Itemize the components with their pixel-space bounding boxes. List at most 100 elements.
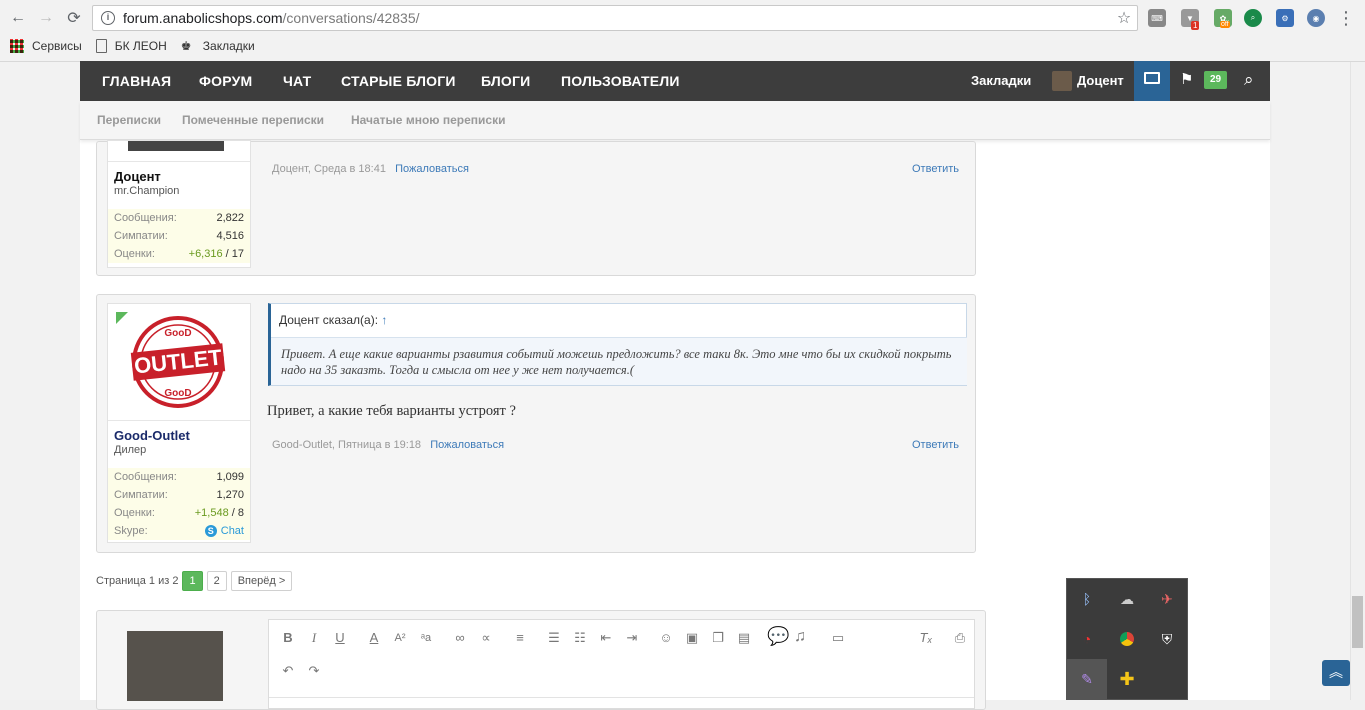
- bold-icon[interactable]: B: [279, 629, 297, 647]
- font-family-icon[interactable]: ᵃa: [417, 629, 435, 647]
- subnav-conversations[interactable]: Переписки: [97, 113, 161, 127]
- quote-header: Доцент сказал(а): ↑: [279, 313, 388, 327]
- indent-icon[interactable]: ⇥: [623, 629, 641, 647]
- back-to-top-button[interactable]: ︽: [1322, 660, 1350, 686]
- plus-icon[interactable]: ✚: [1117, 669, 1137, 689]
- post-meta: Доцент, Среда в 18:41 Пожаловаться: [272, 163, 469, 175]
- flag-icon[interactable]: ⚑: [1180, 70, 1193, 88]
- reload-icon[interactable]: ⟳: [62, 6, 86, 30]
- security-shield-icon[interactable]: ⛨: [1157, 629, 1177, 649]
- logo-top: GooD: [164, 328, 191, 339]
- message-post-2: OUTLET GooD GooD Good-Outlet Дилер Сообщ…: [96, 294, 976, 553]
- reply-editor: B I U A A² ᵃa ∞ ∝ ≡ ☰ ☷ ⇤ ⇥ ☺ ▣ ❐ ▤ 💬 ♫ …: [96, 610, 986, 710]
- avatar[interactable]: [128, 141, 224, 151]
- page-1[interactable]: 1: [182, 571, 203, 591]
- report-link[interactable]: Пожаловаться: [395, 163, 469, 175]
- user-title: mr.Champion: [114, 185, 180, 197]
- page-2[interactable]: 2: [206, 571, 227, 591]
- subnav-started[interactable]: Начатые мною переписки: [351, 113, 505, 127]
- image-icon[interactable]: ▣: [683, 629, 701, 647]
- bookmark-star-icon[interactable]: ☆: [1111, 8, 1137, 28]
- reply-link[interactable]: Ответить: [912, 439, 959, 451]
- nav-blogs[interactable]: БЛОГИ: [481, 61, 530, 101]
- scrollbar-thumb[interactable]: [1352, 596, 1363, 648]
- nav-home[interactable]: ГЛАВНАЯ: [102, 61, 171, 101]
- italic-icon[interactable]: I: [305, 629, 323, 647]
- user-avatar[interactable]: [1052, 71, 1072, 91]
- unlink-icon[interactable]: ∝: [477, 629, 495, 647]
- quote-jump-arrow[interactable]: ↑: [381, 313, 387, 327]
- nav-bookmarks[interactable]: Закладки: [971, 61, 1031, 101]
- source-icon[interactable]: ⎙: [951, 629, 969, 647]
- stat-likes: Симпатии: 4,516: [108, 227, 250, 245]
- bookmark-services[interactable]: Сервисы: [10, 39, 82, 53]
- reply-link[interactable]: Ответить: [912, 163, 959, 175]
- media-icon[interactable]: ❐: [709, 629, 727, 647]
- report-link[interactable]: Пожаловаться: [430, 439, 504, 451]
- post-meta: Good-Outlet, Пятница в 19:18 Пожаловатьс…: [272, 439, 505, 451]
- stat-messages: Сообщения: 2,822: [108, 209, 250, 227]
- insert-icon[interactable]: ▤: [735, 629, 753, 647]
- feather-icon[interactable]: ✎: [1077, 669, 1097, 689]
- skype-icon[interactable]: S: [204, 525, 217, 537]
- outdent-icon[interactable]: ⇤: [597, 629, 615, 647]
- envelope-icon: [1144, 72, 1160, 84]
- tool-icon[interactable]: ✈: [1157, 589, 1177, 609]
- skype-chat-link[interactable]: Chat: [221, 525, 244, 537]
- bluetooth-icon[interactable]: ᛒ: [1077, 589, 1097, 609]
- username[interactable]: Good-Outlet: [114, 428, 190, 443]
- cloud-icon[interactable]: ☁: [1117, 589, 1137, 609]
- stat-skype: Skype: S Chat: [108, 522, 250, 540]
- avatar[interactable]: OUTLET GooD GooD: [128, 314, 228, 410]
- align-icon[interactable]: ≡: [511, 629, 529, 647]
- browser-chrome: ← → ⟳ i forum.anabolicshops.com/conversa…: [0, 0, 1365, 62]
- number-list-icon[interactable]: ☷: [571, 629, 589, 647]
- search-icon[interactable]: ⌕: [1244, 70, 1254, 90]
- subnav-starred[interactable]: Помеченные переписки: [182, 113, 324, 127]
- bullet-list-icon[interactable]: ☰: [545, 629, 563, 647]
- inbox-tab[interactable]: [1134, 61, 1170, 101]
- next-page[interactable]: Вперёд >: [230, 571, 293, 591]
- antivirus-icon[interactable]: ◔: [1077, 629, 1097, 649]
- extension-keyboard-icon[interactable]: ⌨: [1148, 9, 1166, 27]
- font-size-icon[interactable]: A²: [391, 629, 409, 647]
- redo-icon[interactable]: ↷: [305, 662, 323, 680]
- clear-format-icon[interactable]: Tₓ: [917, 629, 935, 647]
- info-icon[interactable]: i: [101, 11, 115, 25]
- undo-icon[interactable]: ↶: [279, 662, 297, 680]
- nav-forum[interactable]: ФОРУМ: [199, 61, 252, 101]
- back-icon[interactable]: ←: [6, 6, 30, 30]
- extension-search-icon[interactable]: ⌕: [1244, 9, 1262, 27]
- username[interactable]: Доцент: [114, 169, 161, 184]
- nav-user[interactable]: Доцент: [1077, 61, 1124, 101]
- user-title: Дилер: [114, 444, 147, 456]
- nav-chat[interactable]: ЧАТ: [283, 61, 311, 101]
- stat-ratings: Оценки: +1,548 / 8: [108, 504, 250, 522]
- bookmark-zakladki[interactable]: ♚ Закладки: [181, 39, 255, 53]
- extension-gear-icon[interactable]: ⚙: [1276, 9, 1294, 27]
- logo-main: OUTLET: [133, 344, 224, 378]
- alerts-badge[interactable]: 29: [1204, 71, 1227, 89]
- smiley-icon[interactable]: ☺: [657, 629, 675, 647]
- address-bar[interactable]: i forum.anabolicshops.com/conversations/…: [92, 5, 1138, 31]
- bookmark-leon[interactable]: БК ЛЕОН: [95, 39, 167, 53]
- page-icon: [95, 39, 107, 53]
- music-icon[interactable]: ♫: [791, 628, 809, 646]
- font-color-icon[interactable]: A: [365, 629, 383, 647]
- extension-badge: 1: [1191, 21, 1200, 30]
- link-icon[interactable]: ∞: [451, 629, 469, 647]
- nav-users[interactable]: ПОЛЬЗОВАТЕЛИ: [561, 61, 680, 101]
- bookmark-label: Сервисы: [32, 39, 82, 53]
- apps-grid-icon: [10, 39, 24, 53]
- sub-navigation: Переписки Помеченные переписки Начатые м…: [80, 101, 1270, 140]
- underline-icon[interactable]: U: [331, 629, 349, 647]
- system-tray-popup: ᛒ ☁ ✈ ◔ ⛨ ✎ ✚: [1066, 578, 1188, 700]
- save-draft-icon[interactable]: ▭: [829, 629, 847, 647]
- forward-icon[interactable]: →: [34, 6, 58, 30]
- menu-icon[interactable]: ⋮: [1334, 6, 1358, 30]
- nav-old-blogs[interactable]: СТАРЫЕ БЛОГИ: [341, 61, 456, 101]
- extension-vpn-icon[interactable]: ◉: [1307, 9, 1325, 27]
- url-text[interactable]: forum.anabolicshops.com/conversations/42…: [123, 10, 1111, 26]
- chrome-icon[interactable]: [1117, 629, 1137, 649]
- quote-icon[interactable]: 💬: [767, 627, 789, 645]
